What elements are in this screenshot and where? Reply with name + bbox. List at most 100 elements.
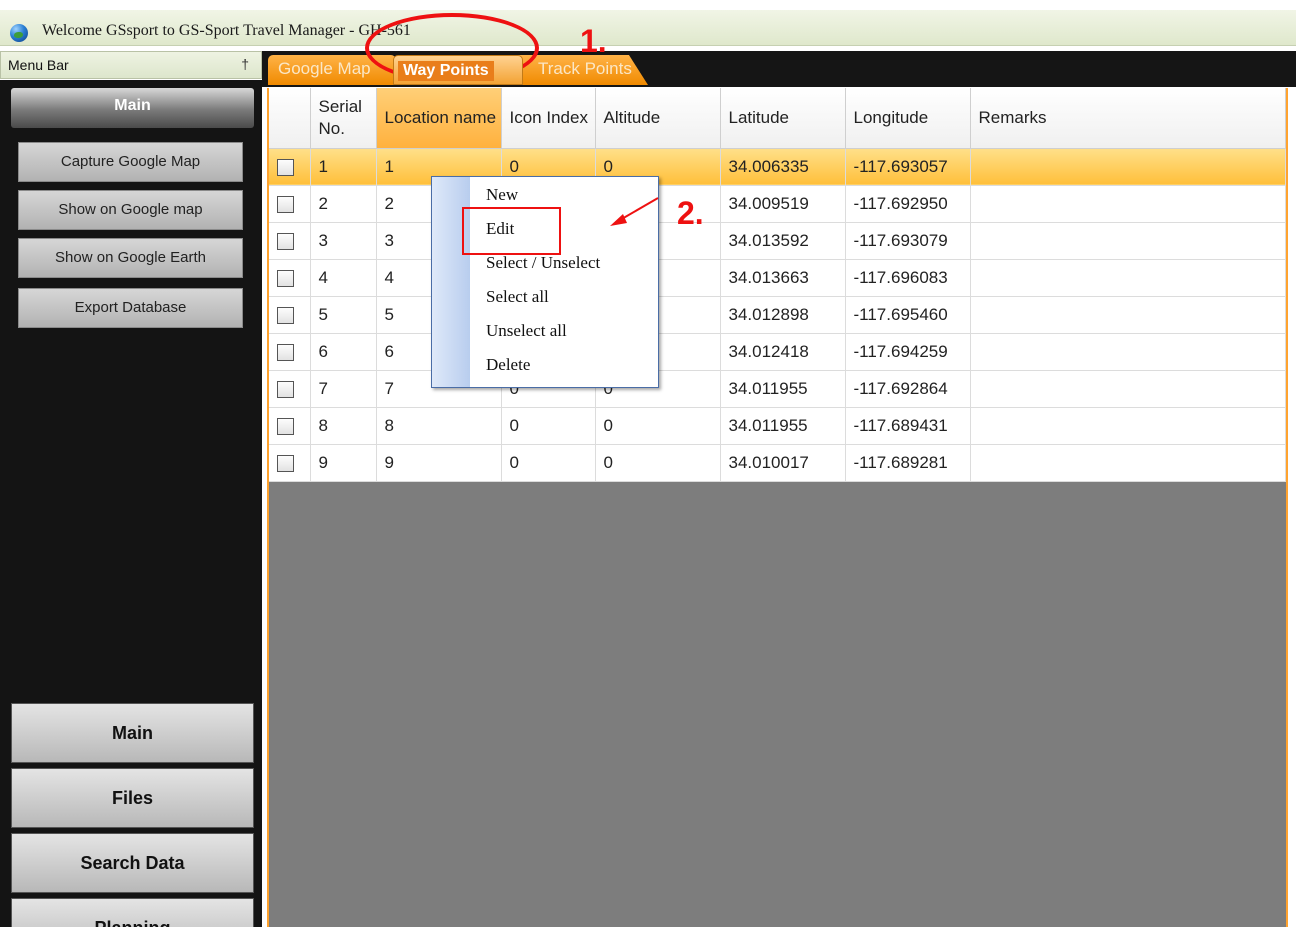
row-checkbox[interactable] [277,232,294,250]
annotation-step-2: 2. [677,195,704,231]
cell-icon-index: 0 [501,444,596,482]
cell-altitude: 0 [595,444,721,482]
cell-serial: 6 [310,333,377,371]
menu-bar-header: Menu Bar † [0,51,262,79]
row-checkbox[interactable] [277,343,294,361]
table-row[interactable]: 660034.012418-117.694259 [269,333,1286,371]
cell-serial: 1 [310,148,377,186]
cell-remarks [970,148,1286,186]
globe-icon [10,24,28,42]
annotation-arrow [610,197,659,226]
capture-google-map-button[interactable]: Capture Google Map [18,142,243,182]
table-row[interactable]: 8 8 0 0 34.011955 -117.689431 [269,407,1286,445]
sidebar-category-main[interactable]: Main [11,703,254,763]
cell-remarks [970,259,1286,297]
row-checkbox[interactable] [277,380,294,398]
column-header-altitude[interactable]: Altitude [595,88,721,149]
row-checkbox[interactable] [277,417,294,435]
row-checkbox-cell [269,444,311,482]
cell-remarks [970,185,1286,223]
row-checkbox-cell [269,185,311,223]
row-checkbox[interactable] [277,158,294,176]
column-header-latitude[interactable]: Latitude [720,88,846,149]
column-header-remarks[interactable]: Remarks [970,88,1286,149]
context-menu-item-select-all[interactable]: Select all [486,287,549,307]
table-body: 110034.006335-117.693057220034.009519-11… [269,148,1286,482]
cell-longitude: -117.696083 [845,259,971,297]
cell-longitude: -117.695460 [845,296,971,334]
export-database-button[interactable]: Export Database [18,288,243,328]
show-on-google-earth-button[interactable]: Show on Google Earth [18,238,243,278]
context-menu-item-new[interactable]: New [486,185,518,205]
table-row[interactable]: 9 9 0 0 34.010017 -117.689281 [269,444,1286,482]
row-checkbox-cell [269,148,311,186]
tab-track-points-label: Track Points [538,59,632,78]
waypoints-table-area: Serial No. Location name Icon Index Alti… [267,88,1288,927]
context-menu-item-unselect-all[interactable]: Unselect all [486,321,567,341]
cell-location: 8 [376,407,502,445]
sidebar-section-title: Main [11,88,254,128]
cell-latitude: 34.006335 [720,148,846,186]
pin-icon[interactable]: † [241,56,249,72]
column-header-location[interactable]: Location name [376,88,502,149]
cell-serial: 2 [310,185,377,223]
column-header-longitude[interactable]: Longitude [845,88,971,149]
cell-icon-index: 0 [501,407,596,445]
row-checkbox[interactable] [277,269,294,287]
annotation-step-1: 1. [580,23,607,59]
cell-remarks [970,444,1286,482]
cell-altitude: 0 [595,407,721,445]
cell-serial: 9 [310,444,377,482]
cell-longitude: -117.693079 [845,222,971,260]
cell-serial: 5 [310,296,377,334]
row-checkbox-cell [269,333,311,371]
tab-way-points[interactable]: Way Points [393,55,523,85]
cell-remarks [970,370,1286,408]
cell-remarks [970,333,1286,371]
row-checkbox-cell [269,222,311,260]
tab-way-points-label: Way Points [398,61,494,81]
sidebar-category-files[interactable]: Files [11,768,254,828]
cell-serial: 8 [310,407,377,445]
column-header-icon-index[interactable]: Icon Index [501,88,596,149]
menu-bar-label: Menu Bar [8,57,69,73]
cell-longitude: -117.689281 [845,444,971,482]
cell-latitude: 34.011955 [720,407,846,445]
cell-latitude: 34.009519 [720,185,846,223]
show-on-google-map-button[interactable]: Show on Google map [18,190,243,230]
cell-latitude: 34.011955 [720,370,846,408]
row-checkbox-cell [269,370,311,408]
cell-latitude: 34.010017 [720,444,846,482]
sidebar-category-search-data[interactable]: Search Data [11,833,254,893]
table-row[interactable]: 7 7 0 0 34.011955 -117.692864 [269,370,1286,408]
table-row[interactable]: 440034.013663-117.696083 [269,259,1286,297]
cell-remarks [970,296,1286,334]
row-checkbox[interactable] [277,454,294,472]
row-checkbox-cell [269,407,311,445]
cell-serial: 7 [310,370,377,408]
row-checkbox-cell [269,296,311,334]
table-row[interactable]: 220034.009519-117.692950 [269,185,1286,223]
window-title: Welcome GSsport to GS-Sport Travel Manag… [42,22,411,39]
cell-latitude: 34.013592 [720,222,846,260]
cell-remarks [970,407,1286,445]
column-header-serial[interactable]: Serial No. [310,88,377,149]
table-row[interactable]: 1 1 0 0 34.006335 -117.693057 [269,148,1286,186]
cell-longitude: -117.693057 [845,148,971,186]
column-header-checkbox[interactable] [269,88,311,149]
cell-serial: 4 [310,259,377,297]
title-bar: Welcome GSsport to GS-Sport Travel Manag… [0,10,1296,46]
table-row[interactable]: 330034.013592-117.693079 [269,222,1286,260]
table-row[interactable]: 550034.012898-117.695460 [269,296,1286,334]
row-checkbox[interactable] [277,306,294,324]
cell-longitude: -117.692864 [845,370,971,408]
row-checkbox[interactable] [277,195,294,213]
cell-location: 9 [376,444,502,482]
cell-latitude: 34.012418 [720,333,846,371]
sidebar: Main Capture Google Map Show on Google m… [0,80,262,927]
context-menu-item-select-unselect[interactable]: Select / Unselect [486,253,600,273]
context-menu-item-delete[interactable]: Delete [486,355,530,375]
cell-remarks [970,222,1286,260]
sidebar-category-planning[interactable]: Planning [11,898,254,927]
cell-longitude: -117.694259 [845,333,971,371]
